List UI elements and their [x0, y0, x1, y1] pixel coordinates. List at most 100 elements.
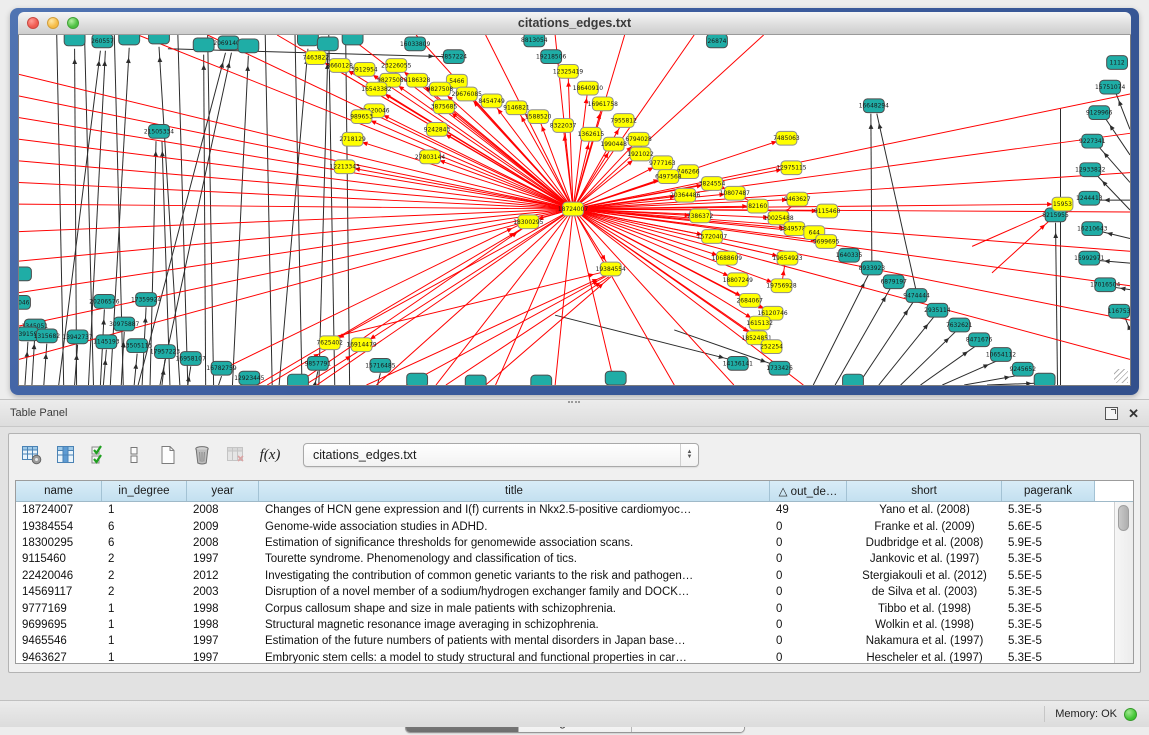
select-column-button[interactable] [51, 440, 81, 470]
network-node[interactable] [193, 38, 214, 52]
network-node[interactable]: 19756928 [766, 279, 796, 293]
network-node[interactable]: 8660128 [326, 59, 353, 73]
table-row[interactable]: 1830029562008Estimation of significance … [16, 535, 1114, 551]
network-node[interactable]: 9777163 [649, 156, 676, 170]
network-node[interactable] [1034, 373, 1055, 385]
network-node[interactable] [407, 373, 428, 385]
table-selector-dropdown[interactable]: citations_edges.txt ▲▼ [303, 443, 699, 467]
network-node[interactable]: 7955812 [610, 114, 637, 128]
network-node[interactable]: 8813054 [521, 35, 548, 47]
network-node[interactable]: 19384554 [596, 262, 626, 276]
network-node[interactable]: 16914479 [346, 338, 376, 352]
column-header-title[interactable]: title [259, 481, 770, 501]
network-node[interactable]: 2684067 [737, 294, 764, 308]
network-node[interactable] [149, 35, 170, 44]
network-node[interactable]: 19046 [19, 296, 30, 310]
float-panel-icon[interactable] [1105, 407, 1118, 420]
column-header-pagerank[interactable]: pagerank [1002, 481, 1095, 501]
network-node[interactable]: 7632621 [946, 318, 973, 332]
network-node[interactable]: 18640910 [573, 81, 603, 95]
table-row[interactable]: 2242004622012Investigating the contribut… [16, 568, 1114, 584]
table-row[interactable]: 911546021997Tourette syndrome. Phenomeno… [16, 551, 1114, 567]
column-header-year[interactable]: year [187, 481, 259, 501]
table-row[interactable]: 1456911722003Disruption of a novel membe… [16, 584, 1114, 600]
network-node[interactable]: 12325419 [553, 64, 583, 78]
network-node[interactable]: 15751074 [1095, 80, 1125, 94]
network-canvas[interactable]: 2605572069140616033809785722488130541921… [18, 35, 1131, 386]
network-node[interactable]: 2935114 [924, 303, 951, 317]
network-node[interactable]: 9827508 [427, 82, 454, 96]
network-node[interactable]: 1588520 [525, 110, 552, 124]
table-row[interactable]: 946362711997Embryonic stem cells: a mode… [16, 650, 1114, 663]
column-header-out_de[interactable]: △ out_de… [770, 481, 847, 501]
column-header-name[interactable]: name [16, 481, 102, 501]
network-node[interactable]: 1640335 [836, 248, 863, 262]
network-node[interactable]: 2718129 [339, 132, 366, 146]
network-node[interactable]: 82160 [747, 199, 768, 213]
network-node[interactable]: 1315682 [34, 329, 61, 343]
table-settings-button[interactable] [17, 440, 47, 470]
network-node[interactable] [317, 37, 338, 51]
network-node[interactable]: 7386372 [687, 209, 714, 223]
network-node[interactable]: 17016504 [1090, 278, 1120, 292]
network-node[interactable]: 1362615 [578, 127, 605, 141]
function-builder-button[interactable]: f(x) [255, 440, 285, 470]
delete-button[interactable] [187, 440, 217, 470]
network-node[interactable]: 15992971 [1074, 251, 1104, 265]
column-header-short[interactable]: short [847, 481, 1002, 501]
column-header-in_degree[interactable]: in_degree [102, 481, 187, 501]
network-node[interactable]: 5912954 [351, 63, 378, 77]
table-row[interactable]: 1938455462009Genome-wide association stu… [16, 518, 1114, 534]
network-node[interactable]: 6794028 [625, 132, 652, 146]
network-node[interactable]: 23226055 [381, 59, 411, 73]
network-node[interactable]: 1733426 [766, 361, 793, 375]
network-node[interactable]: 7625402 [317, 336, 344, 350]
network-node[interactable]: 16782759 [206, 361, 236, 375]
network-node[interactable] [465, 375, 486, 385]
network-node[interactable]: 989653 [350, 110, 373, 124]
network-node[interactable]: 1615132 [746, 316, 773, 330]
table-row[interactable]: 946554611997Estimation of the future num… [16, 633, 1114, 649]
network-node[interactable] [119, 35, 140, 45]
close-panel-icon[interactable]: ✕ [1128, 407, 1139, 420]
network-node[interactable]: 9463627 [784, 192, 811, 206]
network-node[interactable]: 252254 [760, 340, 783, 354]
panel-divider-grip[interactable] [568, 401, 580, 407]
network-node[interactable]: 12975115 [776, 161, 806, 175]
network-node[interactable]: 16033809 [400, 37, 430, 51]
delete-table-button[interactable] [221, 440, 251, 470]
network-node[interactable]: 13942737 [62, 330, 92, 344]
network-node[interactable]: 3875685 [431, 100, 458, 114]
network-node[interactable]: 9699695 [813, 235, 840, 249]
zoom-window-button[interactable] [67, 17, 79, 29]
network-node[interactable] [288, 374, 309, 385]
network-node[interactable] [238, 39, 259, 53]
network-node[interactable]: 16210643 [1077, 222, 1107, 236]
network-node[interactable]: 8322037 [550, 119, 577, 133]
network-node[interactable]: 16958107 [176, 352, 206, 366]
network-node[interactable] [64, 35, 85, 46]
close-window-button[interactable] [27, 17, 39, 29]
network-node[interactable]: 9146821 [503, 101, 530, 115]
network-node[interactable]: 12213343 [330, 160, 360, 174]
scrollbar-thumb[interactable] [1118, 505, 1129, 531]
network-node[interactable]: 1145193 [93, 335, 120, 349]
network-node[interactable]: 16961758 [588, 97, 618, 111]
network-node[interactable]: 10654112 [986, 348, 1016, 362]
select-rows-button[interactable] [85, 440, 115, 470]
rows-button[interactable] [119, 440, 149, 470]
network-node[interactable]: 8471676 [966, 333, 993, 347]
table-row[interactable]: 1872400712008Changes of HCN gene express… [16, 502, 1114, 518]
network-node[interactable] [297, 35, 318, 46]
network-node[interactable]: 1112 [1107, 56, 1128, 70]
network-node[interactable]: 8933923 [859, 261, 886, 275]
network-node[interactable] [531, 375, 552, 385]
minimize-window-button[interactable] [47, 17, 59, 29]
network-node[interactable]: 9242843 [424, 123, 451, 137]
network-node[interactable]: 8186328 [404, 73, 431, 87]
window-titlebar[interactable]: citations_edges.txt [18, 12, 1131, 35]
network-node[interactable]: 3824554 [699, 177, 726, 191]
network-node[interactable]: 9245652 [1010, 362, 1037, 376]
network-node[interactable]: 13505115 [122, 339, 152, 353]
table-vertical-scrollbar[interactable] [1114, 502, 1133, 663]
